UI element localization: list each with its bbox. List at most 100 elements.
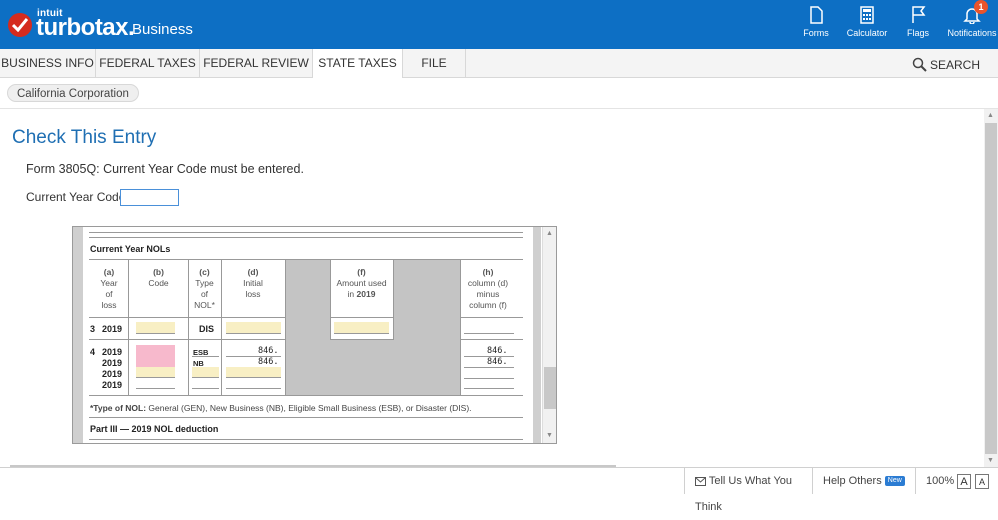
brand-turbotax: turbotax. xyxy=(36,14,135,41)
form-rule xyxy=(89,237,523,238)
breadcrumb[interactable]: California Corporation xyxy=(7,84,139,102)
help-others-label: Help Others xyxy=(823,475,882,487)
row4-code-field-3[interactable] xyxy=(136,367,175,378)
row3-code-field[interactable] xyxy=(136,322,175,334)
page-scrollbar[interactable]: ▲ ▼ xyxy=(984,109,998,467)
row3-year: 2019 xyxy=(102,324,123,334)
row3-type: DIS xyxy=(199,324,215,334)
form-rule xyxy=(464,367,514,368)
row4-year-4: 2019 xyxy=(102,380,123,390)
form-grid xyxy=(393,260,394,340)
gray-block xyxy=(330,340,393,395)
row4-code-field-4[interactable] xyxy=(136,388,175,389)
nol-type-footnote: *Type of NOL: General (GEN), New Busines… xyxy=(90,403,472,413)
calculator-icon xyxy=(860,6,874,24)
form-scroll-down-icon[interactable]: ▼ xyxy=(546,432,553,439)
form-rule xyxy=(89,417,523,418)
page-scrollbar-thumb[interactable] xyxy=(985,123,997,454)
form-rule xyxy=(464,388,514,389)
col-a-header: (a) Year of loss xyxy=(100,267,118,310)
form-scroll-up-icon[interactable]: ▲ xyxy=(546,230,553,237)
form-rule xyxy=(192,356,219,357)
calculator-label: Calculator xyxy=(846,28,888,38)
tab-state-taxes[interactable]: STATE TAXES xyxy=(313,49,403,78)
tab-federal-taxes[interactable]: FEDERAL TAXES xyxy=(96,49,200,78)
font-larger-button[interactable]: A xyxy=(957,474,971,489)
main-nav: BUSINESS INFO FEDERAL TAXES FEDERAL REVI… xyxy=(0,49,998,78)
status-bar: Tell Us What You Think Help Others New 1… xyxy=(0,467,998,513)
form-rule xyxy=(89,317,285,318)
help-others-button[interactable]: Help Others New xyxy=(812,468,915,494)
col-h-header: (h) column (d) minus column (f) xyxy=(467,267,509,310)
gray-block xyxy=(285,260,330,395)
col-f-header: (f) Amount used in 2019 xyxy=(336,267,387,299)
current-year-code-input[interactable] xyxy=(120,189,179,206)
flag-icon xyxy=(912,6,926,23)
zoom-level: 100% xyxy=(926,475,955,487)
flags-button[interactable]: Flags xyxy=(904,6,932,38)
row4-initial-loss-1: 846. xyxy=(258,346,279,356)
form-scrollbar[interactable]: ▲ ▼ xyxy=(542,227,556,443)
form-viewer: ▲ ▼ Current Year NOLs (a) Year of loss (b) C… xyxy=(72,226,557,444)
row4-year-2: 2019 xyxy=(102,358,123,368)
checkmark-logo-icon xyxy=(8,13,32,37)
tab-federal-review[interactable]: FEDERAL REVIEW xyxy=(200,49,313,78)
search-label: SEARCH xyxy=(930,58,981,72)
row4-year-3: 2019 xyxy=(102,369,123,379)
search-icon xyxy=(912,57,927,72)
forms-icon xyxy=(810,6,823,24)
form-left-margin xyxy=(73,227,83,443)
row4-initial-loss-2: 846. xyxy=(258,357,279,367)
row4-col-h-1: 846. xyxy=(487,346,508,356)
form-rule xyxy=(460,317,523,318)
row4-code-field-1[interactable] xyxy=(136,345,175,356)
form-rule xyxy=(464,378,514,379)
form-rule xyxy=(89,439,523,440)
row4-number: 4 xyxy=(90,347,96,357)
form-right-margin xyxy=(533,227,541,443)
tab-file[interactable]: FILE xyxy=(403,49,466,78)
col-d-header: (d) Initial loss xyxy=(243,267,263,299)
row4-initial-loss-field-4[interactable] xyxy=(226,388,281,389)
form-rule xyxy=(330,317,393,318)
current-year-code-label: Current Year Code xyxy=(26,190,126,204)
page-title: Check This Entry xyxy=(12,127,157,148)
row3-amount-used-field[interactable] xyxy=(334,322,389,334)
notifications-label: Notifications xyxy=(947,28,997,38)
gray-block xyxy=(393,260,460,395)
form-grid xyxy=(285,260,286,395)
forms-label: Forms xyxy=(803,28,829,38)
feedback-button[interactable]: Tell Us What You Think xyxy=(684,468,812,513)
scroll-down-icon[interactable]: ▼ xyxy=(987,457,994,464)
divider xyxy=(0,108,998,109)
brand-business: Business xyxy=(132,21,193,38)
row3-initial-loss-field[interactable] xyxy=(226,322,281,334)
part-iii-title: Part III — 2019 NOL deduction xyxy=(90,424,219,434)
col-b-header: (b) Code xyxy=(148,267,169,288)
row3-col-h-field[interactable] xyxy=(464,333,514,334)
font-smaller-button[interactable]: A xyxy=(975,474,989,489)
calculator-button[interactable]: Calculator xyxy=(844,6,890,38)
notifications-button[interactable]: Notifications xyxy=(946,6,998,38)
row4-year-1: 2019 xyxy=(102,347,123,357)
flags-label: Flags xyxy=(906,28,929,38)
row4-initial-loss-field-3[interactable] xyxy=(226,367,281,378)
form-scrollbar-thumb[interactable] xyxy=(544,367,556,409)
new-badge: New xyxy=(884,476,905,487)
error-message: Form 3805Q: Current Year Code must be en… xyxy=(26,162,304,176)
form-rule xyxy=(89,232,523,233)
row4-code-field-2[interactable] xyxy=(136,356,175,367)
notification-count-badge: 1 xyxy=(974,0,988,14)
form-rule xyxy=(89,339,285,340)
scroll-up-icon[interactable]: ▲ xyxy=(987,112,994,119)
app-header: intuit turbotax. Business Forms Calculat… xyxy=(0,0,998,49)
feedback-label: Tell Us What You Think xyxy=(695,475,793,513)
form-rule xyxy=(330,339,393,340)
forms-button[interactable]: Forms xyxy=(800,6,832,38)
row4-type-field-4[interactable] xyxy=(192,388,219,389)
form-rule xyxy=(460,339,523,340)
tab-business-info[interactable]: BUSINESS INFO xyxy=(0,49,96,78)
row4-col-h-2: 846. xyxy=(487,357,508,367)
col-c-header: (c) Type of NOL* xyxy=(194,267,215,310)
row4-type-field-3[interactable] xyxy=(192,367,219,378)
